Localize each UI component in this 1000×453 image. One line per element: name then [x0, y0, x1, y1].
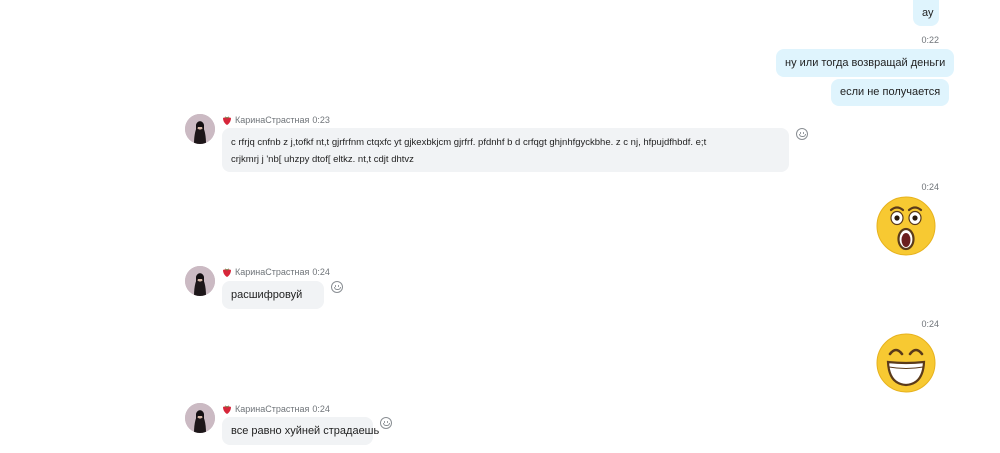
- message-time: 0:24: [921, 182, 939, 192]
- message-time: 0:24: [312, 404, 330, 414]
- message-text: расшифровуй: [231, 289, 303, 301]
- avatar[interactable]: [185, 403, 215, 433]
- message-text: если не получается: [840, 86, 941, 98]
- sender-name[interactable]: КаринаСтрастная: [235, 267, 309, 277]
- sender-name[interactable]: КаринаСтрастная: [235, 115, 309, 125]
- smiley-outline-icon[interactable]: [796, 128, 808, 140]
- smiley-outline-icon[interactable]: [331, 281, 343, 293]
- strawberry-icon: [223, 116, 231, 125]
- strawberry-icon: [223, 268, 231, 277]
- chat-conversation: ау 0:22 ну или тогда возвращай деньги ес…: [0, 0, 1000, 453]
- message-time: 0:24: [312, 267, 330, 277]
- smiley-outline-icon[interactable]: [380, 417, 392, 429]
- sender-line: КаринаСтрастная 0:24: [222, 404, 330, 414]
- message-text: ну или тогда возвращай деньги: [785, 57, 946, 69]
- message-time: 0:23: [312, 115, 330, 125]
- message-text: ау: [922, 7, 934, 19]
- laughing-face-emoji[interactable]: [876, 333, 936, 393]
- message-time: 0:22: [921, 35, 939, 45]
- outgoing-message[interactable]: если не получается: [831, 79, 950, 106]
- message-text-line: crjkmrj j 'nb[ uhzpy dtof[ eltkz. nt,t c…: [231, 154, 414, 165]
- message-time: 0:24: [921, 319, 939, 329]
- incoming-message[interactable]: все равно хуйней страдаешь: [222, 417, 379, 445]
- outgoing-message[interactable]: ну или тогда возвращай деньги: [776, 49, 955, 77]
- avatar[interactable]: [185, 114, 215, 144]
- message-text: все равно хуйней страдаешь: [231, 425, 380, 437]
- avatar[interactable]: [185, 266, 215, 296]
- strawberry-icon: [223, 405, 231, 414]
- surprised-face-emoji[interactable]: [876, 196, 936, 256]
- sender-line: КаринаСтрастная 0:23: [222, 115, 330, 125]
- message-text-line: c rfrjq cnfnb z j,tofkf nt,t gjrfrfnm ct…: [231, 137, 707, 148]
- incoming-message[interactable]: c rfrjq cnfnb z j,tofkf nt,t gjrfrfnm ct…: [222, 128, 789, 172]
- outgoing-message[interactable]: ау: [913, 0, 939, 26]
- sender-name[interactable]: КаринаСтрастная: [235, 404, 309, 414]
- sender-line: КаринаСтрастная 0:24: [222, 267, 330, 277]
- incoming-message[interactable]: расшифровуй: [222, 281, 324, 309]
